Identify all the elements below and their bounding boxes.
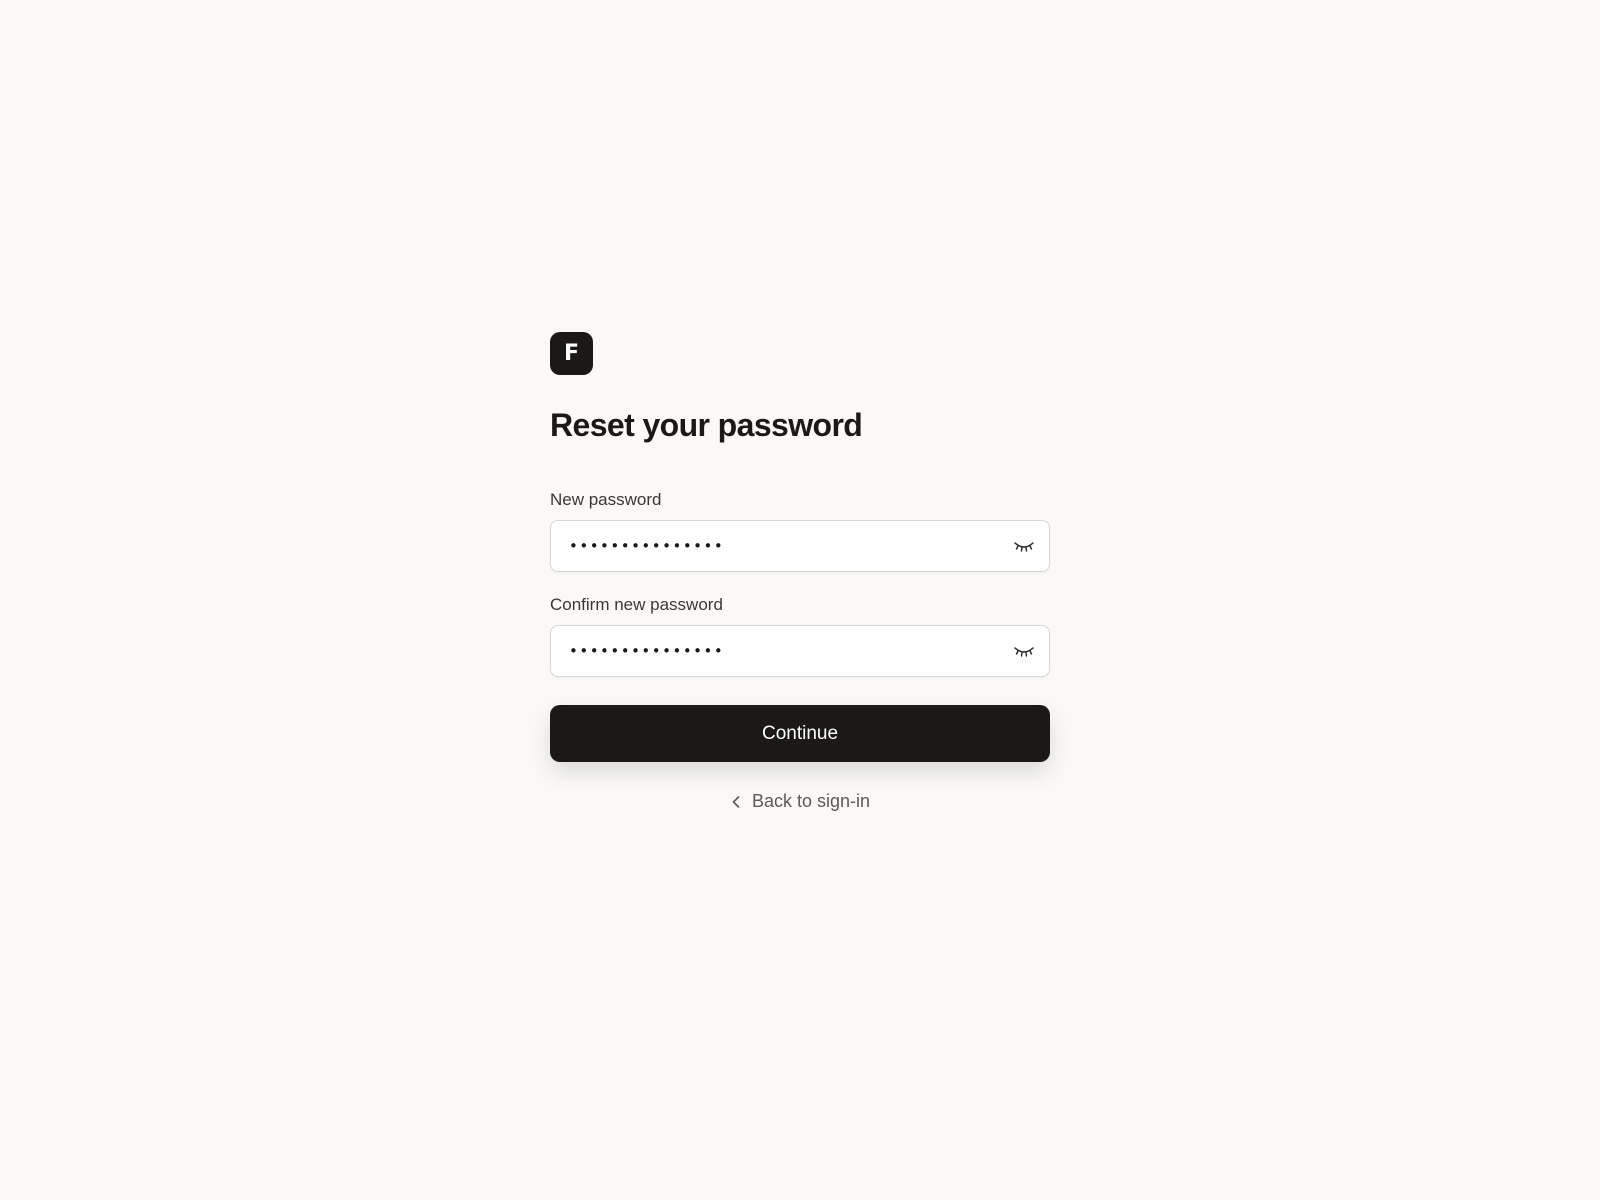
back-to-sign-in-link[interactable]: Back to sign-in xyxy=(550,791,1050,812)
new-password-input[interactable] xyxy=(569,521,989,571)
toggle-confirm-password-visibility-button[interactable] xyxy=(1013,641,1035,661)
page-title: Reset your password xyxy=(550,407,863,443)
reset-password-page: F Reset your password New password Confi… xyxy=(0,0,1600,1200)
back-to-sign-in-label: Back to sign-in xyxy=(751,791,871,811)
new-password-field xyxy=(550,520,1050,572)
toggle-new-password-visibility-button[interactable] xyxy=(1013,536,1035,556)
confirm-password-input[interactable] xyxy=(569,626,989,676)
brand-logo: F xyxy=(550,332,593,375)
eye-closed-icon xyxy=(1014,647,1034,657)
confirm-password-label: Confirm new password xyxy=(550,595,723,614)
chevron-left-icon xyxy=(730,795,742,809)
eye-closed-icon xyxy=(1014,542,1034,552)
new-password-label: New password xyxy=(550,490,662,509)
continue-button[interactable]: Continue xyxy=(550,705,1050,762)
confirm-password-field xyxy=(550,625,1050,677)
logo-letter: F xyxy=(563,341,580,366)
reset-password-card: F Reset your password New password Confi… xyxy=(550,332,1050,811)
